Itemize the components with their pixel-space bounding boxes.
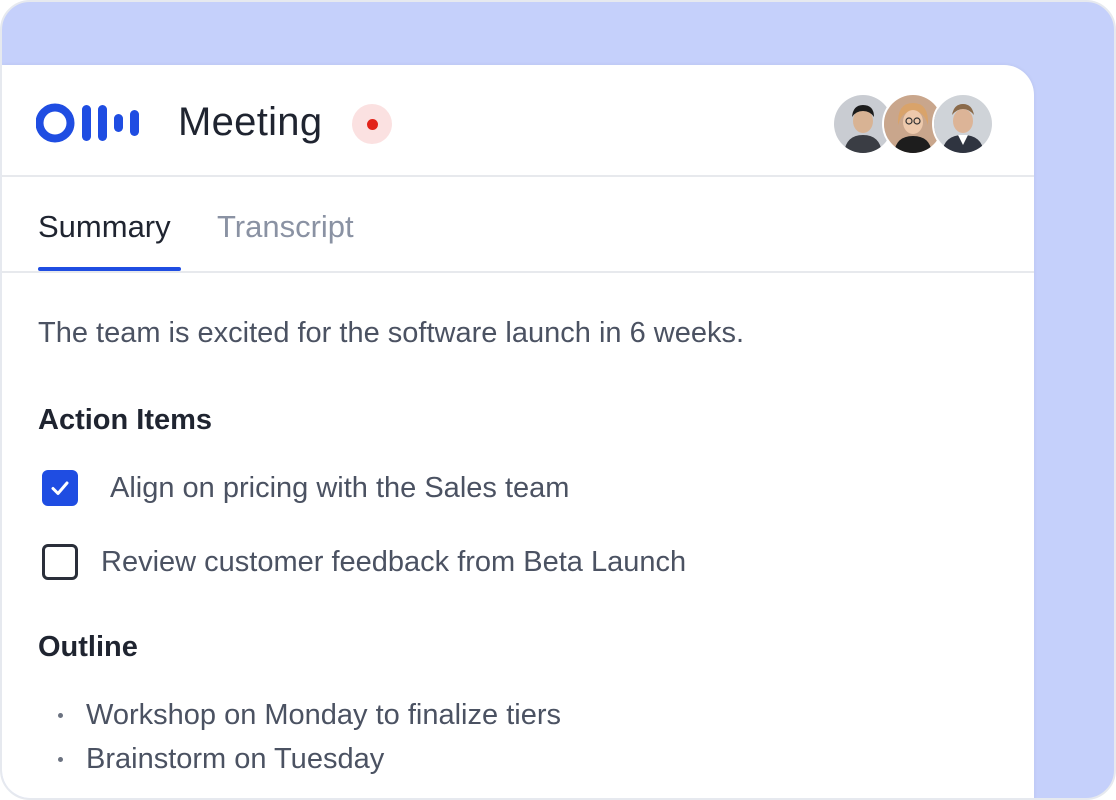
- action-item-label: Align on pricing with the Sales team: [110, 472, 570, 504]
- action-item-label: Review customer feedback from Beta Launc…: [101, 546, 687, 578]
- recording-indicator: [352, 104, 392, 144]
- otter-logo-icon[interactable]: [35, 103, 142, 143]
- meeting-title: Meeting: [178, 100, 323, 144]
- action-items-heading: Action Items: [38, 404, 213, 436]
- bullet-icon: [58, 757, 63, 762]
- checkbox-checked[interactable]: [42, 470, 78, 506]
- recording-dot-icon: [367, 119, 378, 130]
- participant-avatars[interactable]: [832, 93, 994, 155]
- outline-item-label: Brainstorm on Tuesday: [86, 743, 385, 775]
- outline-heading: Outline: [38, 631, 138, 663]
- app-background: Meeting Summary Transcript The team is e…: [0, 0, 1116, 800]
- meeting-card: Meeting Summary Transcript The team is e…: [2, 65, 1034, 798]
- summary-text: The team is excited for the software lau…: [38, 317, 745, 349]
- avatar[interactable]: [932, 93, 994, 155]
- checkbox-unchecked[interactable]: [42, 544, 78, 580]
- outline-item-label: Workshop on Monday to finalize tiers: [86, 699, 561, 731]
- tab-summary[interactable]: Summary: [38, 207, 171, 247]
- tab-bar: Summary Transcript: [2, 177, 1034, 273]
- bullet-icon: [58, 713, 63, 718]
- checkmark-icon: [51, 481, 69, 495]
- meeting-header: Meeting: [2, 65, 1034, 177]
- active-tab-indicator: [38, 267, 181, 271]
- tab-transcript[interactable]: Transcript: [217, 207, 354, 247]
